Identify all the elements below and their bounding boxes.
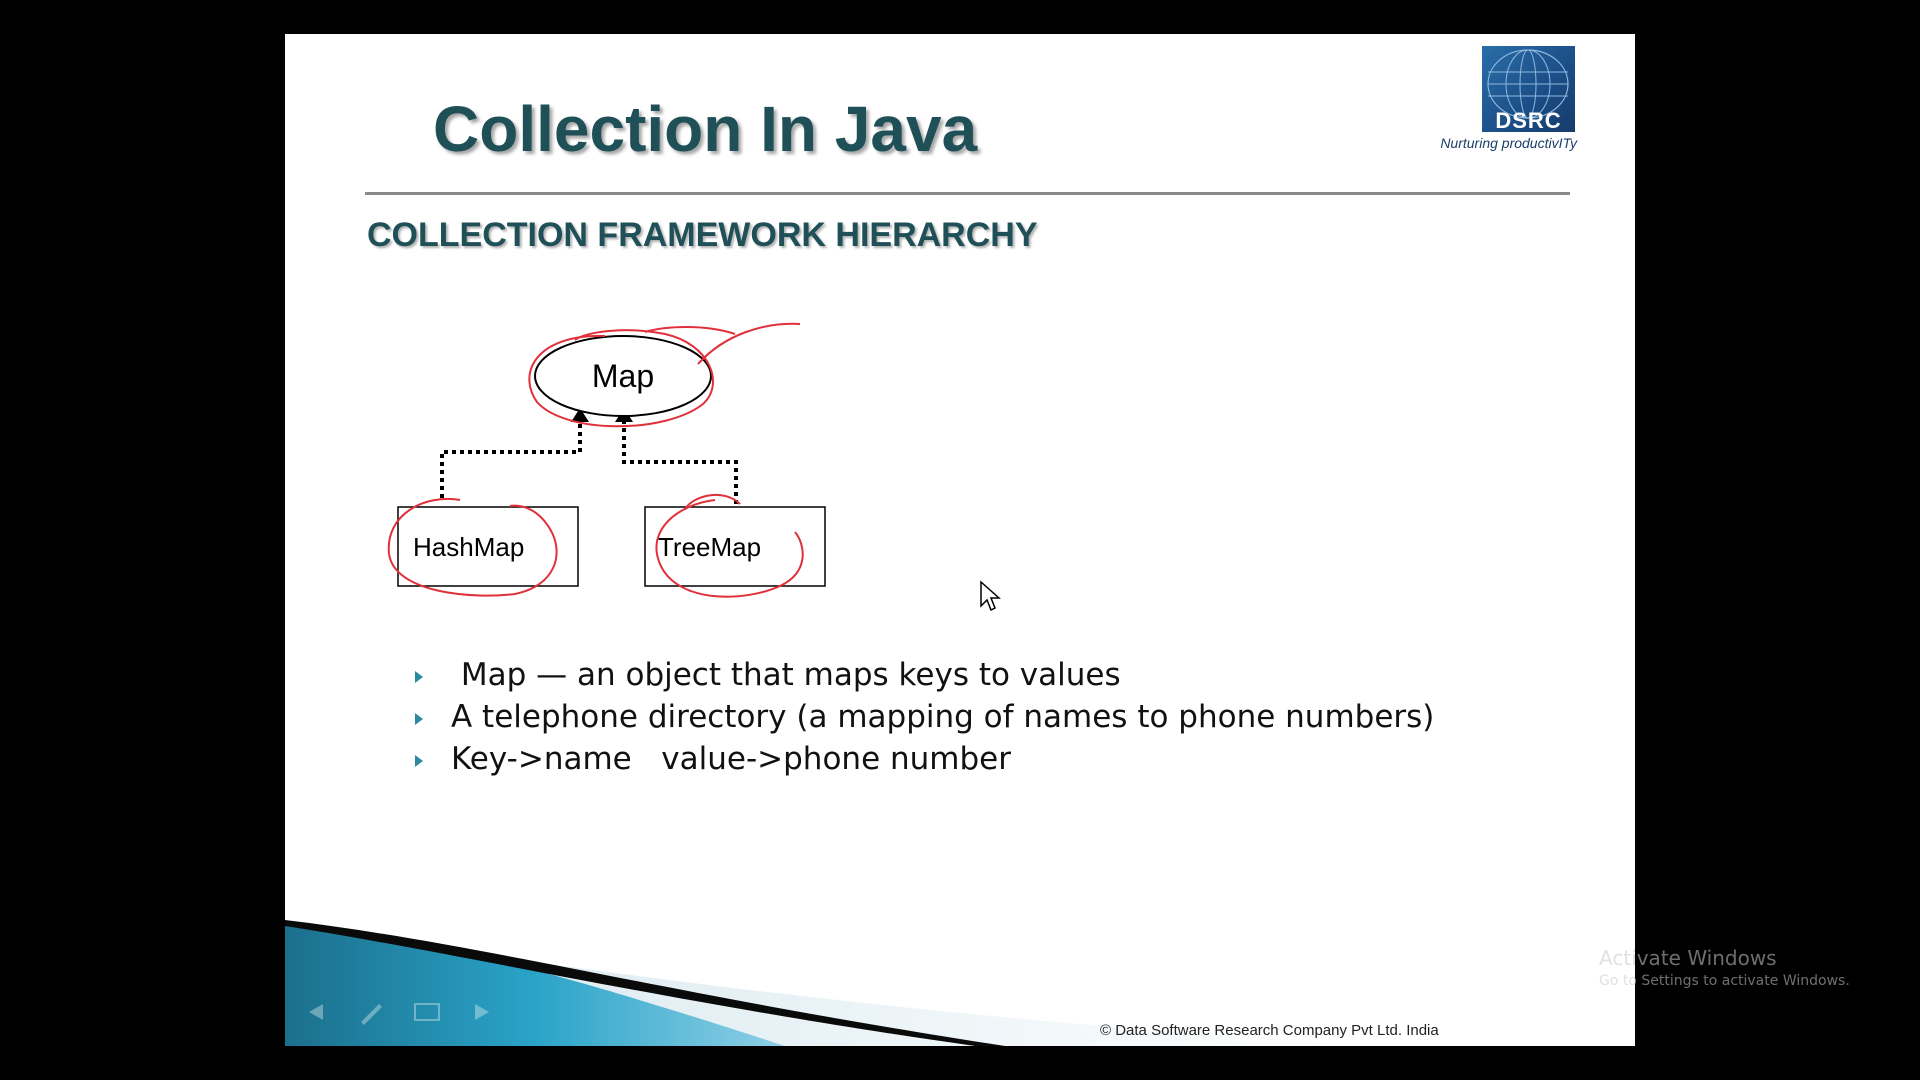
- treemap-node: TreeMap: [644, 506, 826, 587]
- bullet-text: Map — an object that maps keys to values: [451, 657, 1121, 693]
- bullet-item: A telephone directory (a mapping of name…: [415, 696, 1434, 738]
- bullet-text: Key->name value->phone number: [451, 741, 1011, 777]
- bullet-arrow-icon: [415, 754, 423, 767]
- presentation-slide: Collection In Java DSRC Nurturing produc…: [285, 34, 1635, 1046]
- mouse-pointer-icon: [980, 580, 1001, 612]
- forward-icon[interactable]: [463, 992, 503, 1032]
- activate-windows-watermark: Activate Windows Go to Settings to activ…: [1599, 945, 1850, 991]
- bullet-item: Map — an object that maps keys to values: [415, 654, 1434, 696]
- pen-icon[interactable]: [351, 992, 391, 1032]
- screen-background: Collection In Java DSRC Nurturing produc…: [0, 0, 1920, 1080]
- treemap-node-label: TreeMap: [658, 532, 761, 562]
- bullet-arrow-icon: [415, 670, 423, 683]
- hashmap-node-label: HashMap: [413, 532, 524, 562]
- map-node-label: Map: [592, 358, 654, 394]
- bullet-item: Key->name value->phone number: [415, 738, 1434, 780]
- copyright-notice: © Data Software Research Company Pvt Ltd…: [1100, 1022, 1439, 1039]
- watermark-subtitle: Go to Settings to activate Windows.: [1599, 973, 1850, 989]
- watermark-title: Activate Windows: [1599, 946, 1777, 970]
- bullet-text: A telephone directory (a mapping of name…: [451, 699, 1435, 735]
- map-node: Map: [534, 335, 712, 417]
- bullet-list: Map — an object that maps keys to values…: [415, 654, 1434, 780]
- hierarchy-diagram: Map HashMap TreeMap: [387, 322, 826, 598]
- back-arrow-icon[interactable]: [295, 992, 335, 1032]
- slides-menu-icon[interactable]: [407, 992, 447, 1032]
- hashmap-node: HashMap: [397, 506, 579, 587]
- treemap-connector: [622, 418, 738, 504]
- hashmap-connector: [440, 418, 582, 498]
- bullet-arrow-icon: [415, 712, 423, 725]
